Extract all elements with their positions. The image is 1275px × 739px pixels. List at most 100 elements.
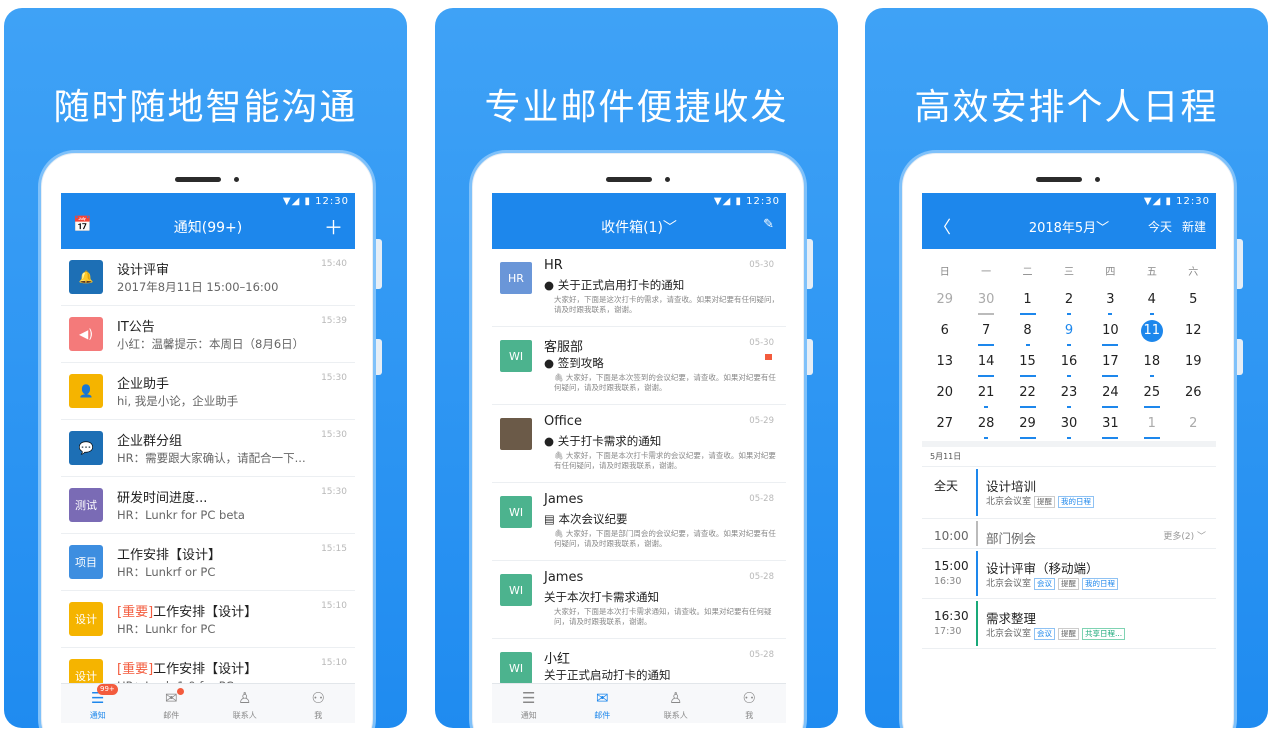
notification-preview: HR：Lunkrf or PC bbox=[117, 565, 216, 579]
day-cell[interactable]: 3 bbox=[1090, 286, 1131, 317]
day-number: 10 bbox=[1102, 323, 1119, 338]
promo-panel-mail: 专业邮件便捷收发 ▼◢ ▮ 12:30 收件箱(1)﹀ ✎ HR HR ● 关于正式… bbox=[435, 8, 838, 728]
day-cell[interactable]: 1 bbox=[1007, 286, 1048, 317]
day-cell[interactable]: 15 bbox=[1007, 348, 1048, 379]
mail-item[interactable]: HR HR ● 关于正式启用打卡的通知 大家好，下面是这次打卡的需求，请查收。如果对纪… bbox=[492, 249, 786, 327]
day-cell[interactable]: 30 bbox=[1048, 410, 1089, 441]
notification-time: 15:40 bbox=[321, 259, 347, 269]
day-cell[interactable]: 6 bbox=[924, 317, 965, 348]
day-cell[interactable]: 2 bbox=[1048, 286, 1089, 317]
inbox-title[interactable]: 收件箱(1)﹀ bbox=[492, 217, 786, 237]
more-events-link[interactable]: 更多(2) ﹀ bbox=[1163, 529, 1206, 542]
user-icon: 👤 bbox=[69, 374, 103, 408]
day-cell[interactable]: 29 bbox=[924, 286, 965, 317]
day-cell[interactable]: 29 bbox=[1007, 410, 1048, 441]
day-cell[interactable]: 20 bbox=[924, 379, 965, 410]
event-color-bar bbox=[976, 601, 978, 646]
new-event-button[interactable]: 新建 bbox=[1182, 218, 1206, 235]
day-number: 11 bbox=[1140, 320, 1163, 342]
day-cell[interactable]: 5 bbox=[1173, 286, 1214, 317]
event-tag: 共享日程... bbox=[1082, 628, 1126, 640]
notification-item[interactable]: 测试 研发时间进度... HR：Lunkr for PC beta 15:30 bbox=[61, 477, 355, 534]
event-item[interactable]: 16:30 17:30 需求整理 北京会议室 会议 提醒 共享日程... bbox=[922, 599, 1216, 649]
event-indicator bbox=[1066, 437, 1071, 439]
day-cell[interactable]: 13 bbox=[924, 348, 965, 379]
event-item[interactable]: 15:00 16:30 设计评审（移动端） 北京会议室 会议 提醒 我的日程 bbox=[922, 549, 1216, 599]
event-item[interactable]: 10:00 部门例会 更多(2) ﹀ bbox=[922, 519, 1216, 549]
day-cell[interactable]: 24 bbox=[1090, 379, 1131, 410]
mail-item[interactable]: WI James 关于本次打卡需求通知 大家好，下面是本次打卡需求通知，请查收。如果对… bbox=[492, 561, 786, 639]
day-cell[interactable]: 14 bbox=[965, 348, 1006, 379]
day-cell[interactable]: 21 bbox=[965, 379, 1006, 410]
day-cell[interactable]: 10 bbox=[1090, 317, 1131, 348]
day-cell[interactable]: 17 bbox=[1090, 348, 1131, 379]
tab-contacts[interactable]: ♙ 联系人 bbox=[639, 684, 713, 723]
day-cell[interactable]: 31 bbox=[1090, 410, 1131, 441]
today-button[interactable]: 今天 bbox=[1148, 218, 1172, 235]
mail-item[interactable]: Office ● 关于打卡需求的通知 🖇 大家好，下面是本次打卡需求的会议纪要，请查… bbox=[492, 405, 786, 483]
mail-preview: 大家好，下面是本次打卡需求通知，请查收。如果对纪要有任何疑问，请及时跟我联系，谢… bbox=[554, 607, 772, 626]
tab-notify[interactable]: ☰ 通知 bbox=[492, 684, 566, 723]
weekday-label: 一 bbox=[981, 267, 992, 278]
day-number: 29 bbox=[1019, 416, 1036, 431]
day-number: 14 bbox=[977, 354, 995, 369]
day-number: 1 bbox=[1023, 292, 1032, 307]
add-icon[interactable]: ＋ bbox=[324, 213, 343, 240]
promo-panel-chat: 随时随地智能沟通 ▼◢ ▮ 12:30 📅 通知(99+) ＋ 🔔 设计评审 201… bbox=[4, 8, 407, 728]
event-tag: 会议 bbox=[1034, 578, 1056, 590]
day-cell[interactable]: 2 bbox=[1173, 410, 1214, 441]
day-number: 20 bbox=[936, 385, 953, 400]
day-number: 17 bbox=[1102, 354, 1119, 369]
tab-mail[interactable]: ✉ 邮件 bbox=[135, 684, 209, 723]
day-cell[interactable]: 12 bbox=[1173, 317, 1214, 348]
notification-item[interactable]: 👤 企业助手 hi, 我是小论，企业助手 15:30 bbox=[61, 363, 355, 420]
notification-item[interactable]: 设计 [重要]工作安排【设计】 HR：Lunkr for PC 15:10 bbox=[61, 591, 355, 648]
event-indicator bbox=[1019, 406, 1036, 408]
day-cell[interactable]: 1 bbox=[1131, 410, 1172, 441]
notification-item[interactable]: 项目 工作安排【设计】 HR：Lunkrf or PC 15:15 bbox=[61, 534, 355, 591]
day-cell[interactable]: 7 bbox=[965, 317, 1006, 348]
notification-item[interactable]: ◀) IT公告 小红：温馨提示：本周日（8月6日） 15:39 bbox=[61, 306, 355, 363]
day-cell[interactable]: 30 bbox=[965, 286, 1006, 317]
headline: 高效安排个人日程 bbox=[914, 87, 1219, 128]
tab-notify[interactable]: ☰ 通知 99+ bbox=[61, 684, 135, 723]
day-cell[interactable]: 26 bbox=[1173, 379, 1214, 410]
tab-me[interactable]: ⚇ 我 bbox=[713, 684, 787, 723]
flag-icon[interactable] bbox=[765, 354, 772, 360]
mail-icon: ✉ bbox=[595, 689, 609, 707]
mail-list: HR HR ● 关于正式启用打卡的通知 大家好，下面是这次打卡的需求，请查收。如果对纪… bbox=[492, 249, 786, 699]
sender-name: 客服部 bbox=[544, 340, 584, 355]
mail-item[interactable]: WI James ▤ 本次会议纪要 🖇 大家好，下面是部门周会的会议纪要，请查收。如果… bbox=[492, 483, 786, 561]
compose-icon[interactable]: ✎ bbox=[763, 217, 774, 232]
day-cell[interactable]: 25 bbox=[1131, 379, 1172, 410]
tab-label: 我 bbox=[745, 711, 754, 720]
day-cell[interactable]: 27 bbox=[924, 410, 965, 441]
mail-time: 05-30 bbox=[749, 260, 774, 270]
day-cell[interactable]: 11 bbox=[1131, 317, 1172, 348]
day-cell[interactable]: 16 bbox=[1048, 348, 1089, 379]
tab-me[interactable]: ⚇ 我 bbox=[282, 684, 356, 723]
day-cell[interactable]: 22 bbox=[1007, 379, 1048, 410]
day-cell[interactable]: 18 bbox=[1131, 348, 1172, 379]
tab-mail[interactable]: ✉ 邮件 bbox=[566, 684, 640, 723]
day-cell[interactable]: 4 bbox=[1131, 286, 1172, 317]
sender-avatar: WI bbox=[500, 340, 532, 372]
event-end: 17:30 bbox=[934, 626, 962, 637]
tab-contacts[interactable]: ♙ 联系人 bbox=[208, 684, 282, 723]
notification-item[interactable]: 💬 企业群分组 HR：需要跟大家确认，请配合一下... 15:30 bbox=[61, 420, 355, 477]
notification-item[interactable]: 🔔 设计评审 2017年8月11日 15:00–16:00 15:40 bbox=[61, 249, 355, 306]
event-location: 北京会议室 会议 提醒 共享日程... bbox=[986, 626, 1126, 640]
headline: 随时随地智能沟通 bbox=[53, 87, 358, 128]
event-end: 16:30 bbox=[934, 576, 962, 587]
headline: 专业邮件便捷收发 bbox=[484, 87, 789, 128]
day-cell[interactable]: 28 bbox=[965, 410, 1006, 441]
event-item[interactable]: 全天 设计培训 北京会议室 提醒 我的日程 bbox=[922, 467, 1216, 519]
day-number: 9 bbox=[1064, 323, 1074, 338]
mail-item[interactable]: WI 客服部 ● 签到攻略 🖇 大家好，下面是本次签到的会议纪要，请查收。如果对纪要有… bbox=[492, 327, 786, 405]
day-cell[interactable]: 8 bbox=[1007, 317, 1048, 348]
day-cell[interactable]: 23 bbox=[1048, 379, 1089, 410]
day-cell[interactable]: 19 bbox=[1173, 348, 1214, 379]
day-cell[interactable]: 9 bbox=[1048, 317, 1089, 348]
mail-subject: ● 关于正式启用打卡的通知 bbox=[544, 278, 685, 292]
notification-time: 15:30 bbox=[321, 430, 347, 440]
